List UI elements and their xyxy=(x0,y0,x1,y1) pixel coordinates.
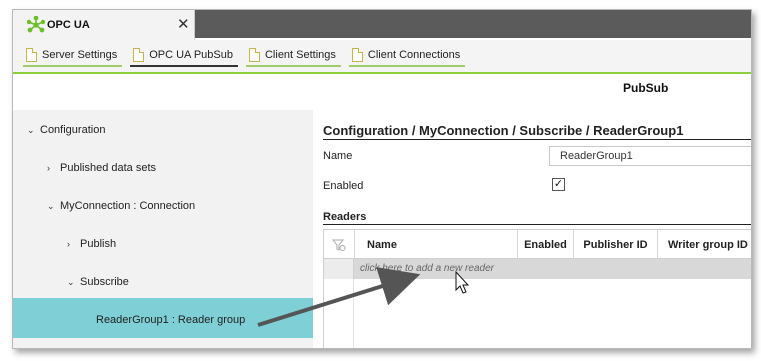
chevron-right-icon: › xyxy=(67,239,70,249)
enabled-label: Enabled xyxy=(323,180,364,192)
tree-item-readergroup1[interactable]: ReaderGroup1 : Reader group xyxy=(96,314,245,326)
tree-item-published-data-sets[interactable]: › Published data sets xyxy=(47,162,156,174)
breadcrumb: Configuration / MyConnection / Subscribe… xyxy=(323,123,684,138)
tab-bar: OPC UA ✕ xyxy=(13,10,751,40)
tree-label: Published data sets xyxy=(60,162,157,174)
filter-icon-cell[interactable] xyxy=(324,230,354,259)
nav-label: Client Connections xyxy=(367,49,461,61)
tree-item-myconnection[interactable]: ⌄ MyConnection : Connection xyxy=(47,200,195,212)
nav-label: Client Settings xyxy=(264,49,336,61)
name-label: Name xyxy=(323,150,353,162)
tree-label: Publish xyxy=(80,238,117,250)
close-icon[interactable]: ✕ xyxy=(177,15,190,33)
page-title: PubSub xyxy=(623,81,669,95)
name-field[interactable]: ReaderGroup1 xyxy=(549,146,751,166)
document-icon xyxy=(248,48,260,62)
opc-ua-window: OPC UA ✕ Server Settings OPC UA PubSub C… xyxy=(12,9,752,349)
column-header-name[interactable]: Name xyxy=(354,230,517,259)
column-header-publisher-id[interactable]: Publisher ID xyxy=(573,230,657,259)
chevron-down-icon: ⌄ xyxy=(27,124,35,135)
document-icon xyxy=(351,48,363,62)
tree-label: Configuration xyxy=(40,124,106,136)
tree-label: MyConnection : Connection xyxy=(60,200,196,212)
add-reader-row[interactable]: click here to add a new reader xyxy=(324,259,751,279)
document-icon xyxy=(26,48,37,62)
sub-navigation: Server Settings OPC UA PubSub Client Set… xyxy=(13,40,751,74)
column-header-writer-group-id[interactable]: Writer group ID xyxy=(657,230,751,259)
tab-title: OPC UA xyxy=(47,19,90,31)
chevron-down-icon: ⌄ xyxy=(67,276,75,287)
nav-client-settings[interactable]: Client Settings xyxy=(245,45,341,67)
nav-label: OPC UA PubSub xyxy=(149,49,233,61)
config-tree: ⌄ Configuration › Published data sets ⌄ … xyxy=(13,110,313,348)
readers-table: Name Enabled Publisher ID Writer group I… xyxy=(323,229,751,348)
readers-heading: Readers xyxy=(323,211,367,223)
tree-label: Subscribe xyxy=(80,276,129,288)
document-icon xyxy=(133,48,145,62)
chevron-right-icon: › xyxy=(47,163,50,173)
tree-item-subscribe[interactable]: ⌄ Subscribe xyxy=(67,276,129,288)
tree-item-publish[interactable]: › Publish xyxy=(67,238,116,250)
nav-label: Server Settings xyxy=(42,49,118,61)
enabled-checkbox[interactable]: ✓ xyxy=(552,178,565,191)
row-gutter xyxy=(324,259,354,279)
tree-label: ReaderGroup1 : Reader group xyxy=(96,314,246,326)
column-header-enabled[interactable]: Enabled xyxy=(517,230,573,259)
clear-filter-icon xyxy=(332,239,346,251)
chevron-down-icon: ⌄ xyxy=(47,200,55,211)
nav-opc-ua-pubsub[interactable]: OPC UA PubSub xyxy=(130,45,238,67)
row-gutter-column xyxy=(324,279,354,348)
divider xyxy=(323,139,751,140)
nav-server-settings[interactable]: Server Settings xyxy=(23,45,123,67)
tree-item-configuration[interactable]: ⌄ Configuration xyxy=(27,124,105,136)
table-header: Name Enabled Publisher ID Writer group I… xyxy=(324,230,751,259)
divider xyxy=(323,224,751,225)
nav-client-connections[interactable]: Client Connections xyxy=(348,45,466,67)
opcua-logo-icon xyxy=(27,16,45,33)
tab-opc-ua[interactable]: OPC UA ✕ xyxy=(13,10,195,40)
add-reader-link[interactable]: click here to add a new reader xyxy=(360,263,494,274)
